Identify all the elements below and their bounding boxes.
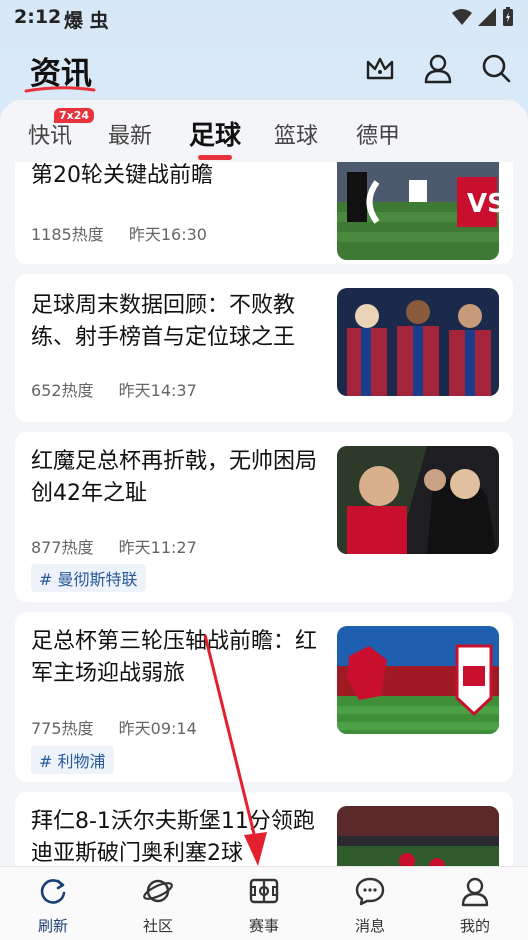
- article-card[interactable]: 足球周末数据回顾：不败教练、射手榜首与定位球之王 652热度 昨天14:37: [15, 274, 513, 422]
- news-panel: 快讯 7x24 最新 足球 篮球 德甲 第20轮关键战前瞻 1185热度 昨天1…: [0, 100, 528, 866]
- article-meta: 877热度 昨天11:27: [31, 534, 217, 558]
- page-header: 资讯: [0, 40, 528, 98]
- article-heat: 775热度: [31, 719, 94, 738]
- nav-messages[interactable]: 消息: [330, 875, 410, 936]
- article-thumbnail: [337, 288, 499, 396]
- pitch-icon: [249, 878, 279, 904]
- article-meta: 652热度 昨天14:37: [31, 377, 217, 401]
- nav-me[interactable]: 我的: [435, 875, 515, 936]
- article-card[interactable]: 拜仁8-1沃尔夫斯堡11分领跑 迪亚斯破门奥利塞2球: [15, 792, 513, 866]
- tab-active-indicator: [198, 155, 232, 160]
- nav-community[interactable]: 社区: [118, 875, 198, 936]
- article-title: 第20轮关键战前瞻: [31, 163, 213, 188]
- article-title: 红魔足总杯再折戟，无帅困局创42年之耻: [31, 449, 318, 506]
- article-time: 昨天11:27: [118, 538, 197, 557]
- article-thumbnail: [337, 626, 499, 734]
- signal-icon: [478, 8, 496, 26]
- svg-text:VS: VS: [467, 189, 499, 219]
- article-time: 昨天14:37: [118, 381, 197, 400]
- team-tag[interactable]: # 利物浦: [31, 746, 114, 774]
- chat-bubble-icon: [355, 877, 385, 906]
- tab-latest[interactable]: 最新: [108, 118, 152, 150]
- article-thumbnail: [337, 806, 499, 866]
- person-icon: [461, 877, 489, 907]
- article-heat: 877热度: [31, 538, 94, 557]
- title-underline: [24, 86, 96, 93]
- article-meta: 775热度 昨天09:14: [31, 715, 217, 739]
- article-card[interactable]: 红魔足总杯再折戟，无帅困局创42年之耻 877热度 昨天11:27 # 曼彻斯特…: [15, 432, 513, 602]
- nav-matches[interactable]: 赛事: [224, 875, 304, 936]
- team-tag[interactable]: # 曼彻斯特联: [31, 564, 146, 592]
- article-meta: 1185热度 昨天16:30: [31, 221, 227, 245]
- article-thumbnail: VS: [337, 152, 499, 260]
- wifi-icon: [452, 9, 472, 25]
- tab-football[interactable]: 足球: [189, 115, 241, 152]
- status-app-icons: 爆 虫: [64, 10, 109, 32]
- article-time: 昨天16:30: [128, 225, 207, 244]
- refresh-icon: [40, 879, 66, 904]
- article-thumbnail: [337, 446, 499, 554]
- tab-bundesliga[interactable]: 德甲: [356, 118, 400, 150]
- article-title: 足总杯第三轮压轴战前瞻：红军主场迎战弱旅: [31, 629, 318, 686]
- nav-me-label: 我的: [459, 917, 490, 935]
- profile-icon[interactable]: [422, 52, 454, 84]
- search-icon[interactable]: [480, 52, 512, 84]
- battery-icon: [503, 7, 513, 26]
- article-heat: 652热度: [31, 381, 94, 400]
- article-time: 昨天09:14: [118, 719, 197, 738]
- status-time: 2:12: [14, 6, 62, 28]
- article-card[interactable]: 足总杯第三轮压轴战前瞻：红军主场迎战弱旅 775热度 昨天09:14 # 利物浦: [15, 612, 513, 782]
- tab-flash-badge: 7x24: [54, 108, 95, 123]
- status-bar: 2:12 爆 虫: [0, 0, 528, 34]
- planet-icon: [143, 879, 173, 903]
- nav-messages-label: 消息: [354, 917, 385, 935]
- article-title: 足球周末数据回顾：不败教练、射手榜首与定位球之王: [31, 293, 296, 350]
- nav-refresh[interactable]: 刷新: [13, 875, 93, 936]
- nav-matches-label: 赛事: [248, 917, 279, 935]
- nav-community-label: 社区: [142, 917, 173, 935]
- crown-icon[interactable]: [364, 52, 396, 84]
- bottom-nav: 刷新 社区 赛事 消息 我的: [0, 866, 528, 940]
- article-heat: 1185热度: [31, 225, 104, 244]
- tab-basketball[interactable]: 篮球: [274, 118, 318, 150]
- category-tabs: 快讯 7x24 最新 足球 篮球 德甲: [0, 100, 528, 162]
- nav-refresh-label: 刷新: [37, 917, 68, 935]
- article-title: 拜仁8-1沃尔夫斯堡11分领跑 迪亚斯破门奥利塞2球: [31, 809, 315, 866]
